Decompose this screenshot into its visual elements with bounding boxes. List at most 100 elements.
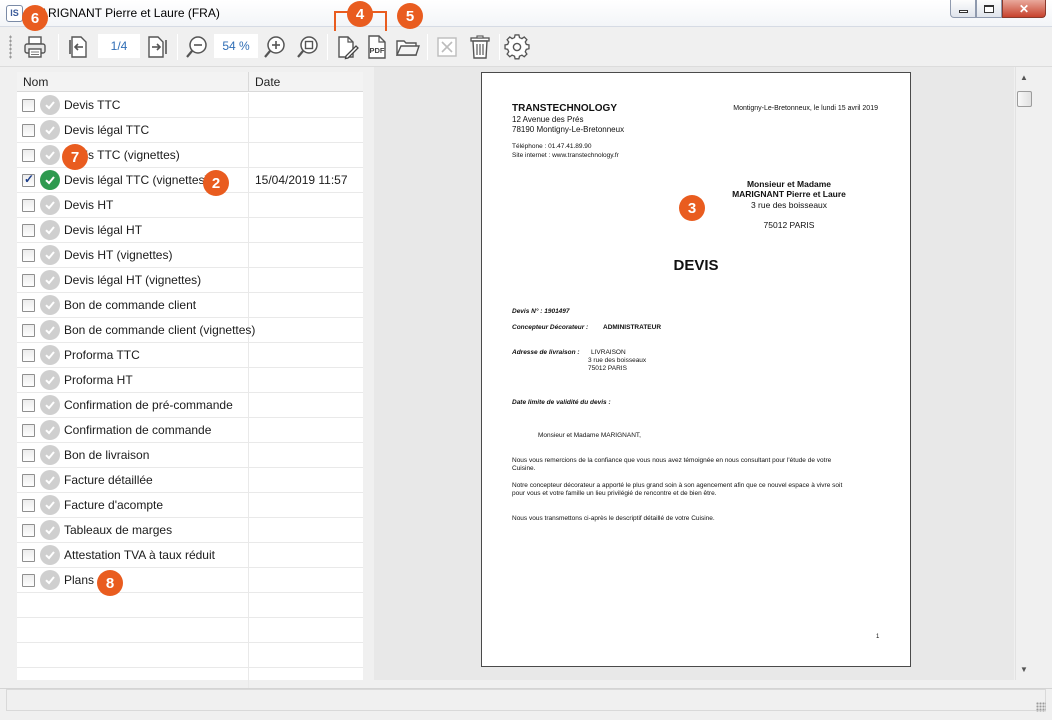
row-checkbox[interactable] xyxy=(22,449,35,462)
gear-icon xyxy=(504,34,530,60)
zoom-fit-icon xyxy=(297,36,318,58)
list-row-name-cell xyxy=(17,593,249,618)
list-row[interactable]: Confirmation de commande xyxy=(17,418,363,443)
list-row[interactable]: Confirmation de pré-commande xyxy=(17,393,363,418)
delete-button[interactable] xyxy=(465,32,495,62)
next-page-icon xyxy=(148,36,167,58)
list-row[interactable]: Bon de commande client xyxy=(17,293,363,318)
list-row[interactable]: Attestation TVA à taux réduit xyxy=(17,543,363,568)
zoom-in-button[interactable] xyxy=(260,32,290,62)
list-row[interactable]: Devis HT xyxy=(17,193,363,218)
trash-icon xyxy=(470,35,490,59)
list-row[interactable]: Facture détaillée xyxy=(17,468,363,493)
check-circle-icon xyxy=(40,170,60,190)
resize-grip-icon[interactable] xyxy=(1036,702,1046,712)
check-circle-icon xyxy=(40,345,60,365)
list-row[interactable]: Plans xyxy=(17,568,363,593)
list-row[interactable]: Proforma TTC xyxy=(17,343,363,368)
row-checkbox[interactable] xyxy=(22,474,35,487)
row-checkbox[interactable] xyxy=(22,324,35,337)
zoom-out-button[interactable] xyxy=(182,32,212,62)
app-icon: IS xyxy=(6,5,23,22)
list-row-name-cell: Facture d'acompte xyxy=(17,493,249,518)
check-circle-icon xyxy=(40,145,60,165)
list-row[interactable]: Tableaux de marges xyxy=(17,518,363,543)
maximize-button[interactable] xyxy=(976,0,1002,18)
scroll-up-icon[interactable]: ▲ xyxy=(1020,73,1028,82)
list-row-name-cell: Confirmation de commande xyxy=(17,418,249,443)
list-row[interactable]: Devis légal HT (vignettes) xyxy=(17,268,363,293)
list-row[interactable]: Facture d'acompte xyxy=(17,493,363,518)
open-folder-button[interactable] xyxy=(393,32,423,62)
row-checkbox[interactable] xyxy=(22,124,35,137)
row-checkbox[interactable] xyxy=(22,399,35,412)
row-checkbox[interactable] xyxy=(22,524,35,537)
scrollbar-thumb[interactable] xyxy=(1017,91,1032,107)
row-checkbox[interactable] xyxy=(22,249,35,262)
close-window-button[interactable]: ✕ xyxy=(1002,0,1046,18)
list-row-name-cell: Bon de commande client (vignettes) xyxy=(17,318,255,343)
row-label: Facture d'acompte xyxy=(64,498,164,512)
row-label: Confirmation de pré-commande xyxy=(64,398,233,412)
list-row[interactable]: Devis légal HT xyxy=(17,218,363,243)
column-header-date[interactable]: Date xyxy=(249,72,363,92)
doc-phone: Téléphone : 01.47.41.89.90 xyxy=(512,143,592,150)
list-row-name-cell: Devis légal TTC xyxy=(17,118,249,143)
list-row-name-cell: Proforma HT xyxy=(17,368,249,393)
check-circle-icon xyxy=(40,495,60,515)
row-checkbox[interactable] xyxy=(22,349,35,362)
row-checkbox[interactable] xyxy=(22,549,35,562)
list-row[interactable]: Bon de commande client (vignettes) xyxy=(17,318,363,343)
list-row-name-cell: Facture détaillée xyxy=(17,468,249,493)
list-row[interactable]: Devis TTC xyxy=(17,93,363,118)
check-circle-icon xyxy=(40,395,60,415)
callout-badge: 4 xyxy=(347,1,373,27)
row-checkbox[interactable] xyxy=(22,224,35,237)
list-row[interactable]: Devis légal TTC (vignettes) 15/04/2019 11… xyxy=(17,168,363,193)
print-button[interactable] xyxy=(20,32,50,62)
check-circle-icon xyxy=(40,370,60,390)
list-row[interactable]: Devis HT (vignettes) xyxy=(17,243,363,268)
scroll-down-icon[interactable]: ▼ xyxy=(1020,665,1028,674)
toolbar: 1/4 54 % PDF xyxy=(0,27,1052,67)
list-row[interactable]: Bon de livraison xyxy=(17,443,363,468)
list-row-name-cell: Plans xyxy=(17,568,249,593)
previous-page-button[interactable] xyxy=(63,32,93,62)
doc-address-2: 78190 Montigny-Le-Bretonneux xyxy=(512,125,625,134)
list-row xyxy=(17,593,363,618)
doc-paragraph-1-line-2: Cuisine. xyxy=(512,465,536,472)
minimize-button[interactable] xyxy=(950,0,976,18)
row-checkbox[interactable] xyxy=(22,274,35,287)
row-checkbox[interactable] xyxy=(22,149,35,162)
row-checkbox[interactable] xyxy=(22,172,35,187)
list-row-name-cell: Devis légal HT xyxy=(17,218,249,243)
list-row[interactable]: Proforma HT xyxy=(17,368,363,393)
doc-designer-value: ADMINISTRATEUR xyxy=(603,324,662,331)
toolbar-grip[interactable] xyxy=(9,35,12,59)
edit-document-button[interactable] xyxy=(332,32,362,62)
settings-button[interactable] xyxy=(502,32,532,62)
row-checkbox[interactable] xyxy=(22,374,35,387)
column-header-name[interactable]: Nom xyxy=(17,72,249,92)
row-checkbox[interactable] xyxy=(22,299,35,312)
list-row[interactable]: Devis légal TTC xyxy=(17,118,363,143)
next-page-button[interactable] xyxy=(142,32,172,62)
zoom-fit-button[interactable] xyxy=(293,32,323,62)
page-indicator[interactable]: 1/4 xyxy=(98,34,140,58)
row-label: Facture détaillée xyxy=(64,473,153,487)
document-page: TRANSTECHNOLOGY 12 Avenue des Prés 78190… xyxy=(481,72,911,667)
row-checkbox[interactable] xyxy=(22,424,35,437)
cancel-button[interactable] xyxy=(432,32,462,62)
row-checkbox[interactable] xyxy=(22,574,35,587)
row-checkbox[interactable] xyxy=(22,199,35,212)
vertical-scrollbar[interactable]: ▲ ▼ xyxy=(1015,67,1032,680)
row-checkbox[interactable] xyxy=(22,499,35,512)
row-label: Attestation TVA à taux réduit xyxy=(64,548,215,562)
zoom-level[interactable]: 54 % xyxy=(214,34,258,58)
row-checkbox[interactable] xyxy=(22,99,35,112)
window-title: MARIGNANT Pierre et Laure (FRA) xyxy=(30,6,220,20)
doc-paragraph-1-line-1: Nous vous remercions de la confiance que… xyxy=(512,457,832,464)
export-pdf-button[interactable]: PDF xyxy=(362,32,392,62)
doc-devis-number: Devis N° : 1901497 xyxy=(512,308,570,315)
list-header: Nom Date xyxy=(17,72,363,92)
